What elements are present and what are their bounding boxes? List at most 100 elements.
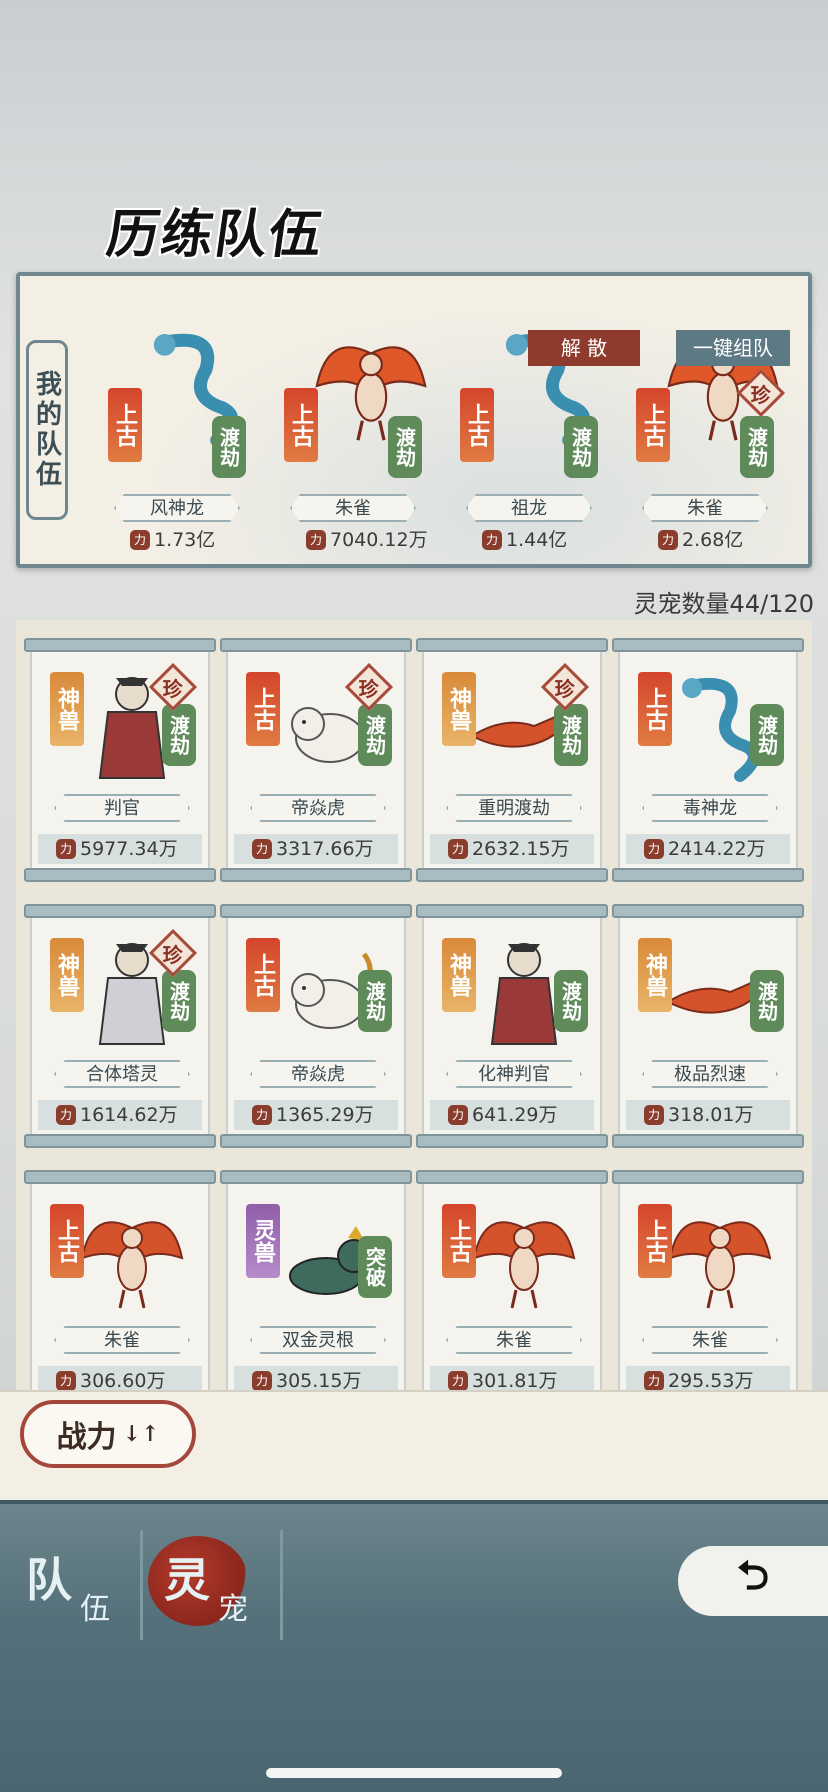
pet-name-plate: 双金灵根	[250, 1326, 386, 1354]
rank-tag: 神兽	[638, 938, 672, 1012]
tab-team-small: 伍	[80, 1592, 110, 1627]
pet-power: 力 1.44亿	[482, 526, 567, 554]
pet-power: 力 5977.34万	[56, 835, 178, 863]
power-icon: 力	[482, 530, 502, 550]
pet-power-value: 295.53万	[668, 1370, 754, 1390]
stage-tag: 渡劫	[554, 704, 588, 766]
pet-power: 力 2414.22万	[644, 835, 766, 863]
stage-tag: 突破	[358, 1236, 392, 1298]
pet-art	[660, 1198, 780, 1318]
pet-power-value: 5977.34万	[80, 838, 178, 860]
pet-name-plate: 毒神龙	[642, 794, 778, 822]
rank-tag: 上古	[638, 1204, 672, 1278]
pet-power-value: 2.68亿	[682, 529, 744, 551]
pet-card[interactable]: 神兽 渡劫极品烈速力 318.01万	[612, 904, 804, 1148]
pet-power: 力 301.81万	[448, 1367, 557, 1390]
pet-name-plate: 帝焱虎	[250, 794, 386, 822]
team-slot[interactable]: 上古 渡劫 祖龙力 1.44亿	[452, 276, 622, 566]
back-button[interactable]: ⮌	[678, 1546, 828, 1616]
pet-power: 力 1614.62万	[56, 1101, 178, 1129]
rare-badge-label: 珍	[359, 676, 379, 701]
pet-power-value: 301.81万	[472, 1370, 558, 1390]
team-slot[interactable]: 上古 渡劫 珍朱雀力 2.68亿	[628, 276, 798, 566]
pet-card[interactable]: 神兽 渡劫 珍合体塔灵力 1614.62万	[24, 904, 216, 1148]
pet-name-plate: 风神龙	[114, 494, 240, 522]
pet-name-plate: 合体塔灵	[54, 1060, 190, 1088]
pet-power-value: 318.01万	[668, 1104, 754, 1126]
nav-divider	[280, 1530, 283, 1640]
rank-tag: 上古	[442, 1204, 476, 1278]
pet-card[interactable]: 神兽 渡劫 珍判官力 5977.34万	[24, 638, 216, 882]
pet-card[interactable]: 上古朱雀力 295.53万	[612, 1170, 804, 1390]
nav-divider	[140, 1530, 143, 1640]
pet-power-value: 2632.15万	[472, 838, 570, 860]
pet-power: 力 2632.15万	[448, 835, 570, 863]
power-icon: 力	[448, 1105, 468, 1125]
rare-badge-label: 珍	[555, 676, 575, 701]
rare-badge-label: 珍	[163, 676, 183, 701]
rare-badge-label: 珍	[163, 942, 183, 967]
pet-power-value: 306.60万	[80, 1370, 166, 1390]
pet-power-value: 641.29万	[472, 1104, 558, 1126]
rank-tag: 上古	[108, 388, 142, 462]
tab-pets-big: 灵	[164, 1553, 210, 1607]
pet-card[interactable]: 神兽 渡劫 珍重明渡劫力 2632.15万	[416, 638, 608, 882]
rank-tag: 神兽	[442, 672, 476, 746]
pet-name-plate: 朱雀	[290, 494, 416, 522]
pet-card[interactable]: 神兽 渡劫 化神判官力 641.29万	[416, 904, 608, 1148]
pet-power: 力 295.53万	[644, 1367, 753, 1390]
rank-tag: 上古	[50, 1204, 84, 1278]
stage-tag: 渡劫	[358, 704, 392, 766]
stage-tag: 渡劫	[358, 970, 392, 1032]
pet-card[interactable]: 上古 渡劫 珍帝焱虎力 3317.66万	[220, 638, 412, 882]
pet-name-plate: 帝焱虎	[250, 1060, 386, 1088]
pet-card[interactable]: 上古 渡劫帝焱虎力 1365.29万	[220, 904, 412, 1148]
pet-power: 力 306.60万	[56, 1367, 165, 1390]
sort-by-power-button[interactable]: 战力 ↓↑	[20, 1400, 196, 1468]
disband-button[interactable]: 解 散	[528, 330, 640, 366]
pet-card[interactable]: 上古 朱雀力 306.60万	[24, 1170, 216, 1390]
tab-team[interactable]: 队 伍	[26, 1530, 156, 1640]
rank-tag: 上古	[284, 388, 318, 462]
rank-tag: 上古	[246, 672, 280, 746]
pet-name-plate: 极品烈速	[642, 1060, 778, 1088]
back-arrow-icon: ⮌	[736, 1553, 770, 1599]
power-icon: 力	[644, 1105, 664, 1125]
my-team-label: 我的队伍	[26, 340, 68, 520]
pet-name-plate: 朱雀	[446, 1326, 582, 1354]
pet-power: 力 1365.29万	[252, 1101, 374, 1129]
team-slot[interactable]: 上古 渡劫 风神龙力 1.73亿	[100, 276, 270, 566]
pet-power-value: 1365.29万	[276, 1104, 374, 1126]
pet-power-value: 1614.62万	[80, 1104, 178, 1126]
rank-tag: 上古	[638, 672, 672, 746]
one-click-team-button[interactable]: 一键组队	[676, 330, 790, 366]
rank-tag: 上古	[246, 938, 280, 1012]
pet-power: 力 3317.66万	[252, 835, 374, 863]
pet-name-plate: 朱雀	[642, 1326, 778, 1354]
rank-tag: 神兽	[50, 938, 84, 1012]
pet-card[interactable]: 上古朱雀力 301.81万	[416, 1170, 608, 1390]
home-indicator	[266, 1768, 562, 1778]
pet-name-plate: 重明渡劫	[446, 794, 582, 822]
rank-tag: 上古	[636, 388, 670, 462]
power-icon: 力	[252, 1371, 272, 1390]
tab-pets[interactable]: 灵 宠	[148, 1530, 284, 1640]
stage-tag: 渡劫	[750, 970, 784, 1032]
power-icon: 力	[56, 1105, 76, 1125]
pet-name-plate: 祖龙	[466, 494, 592, 522]
page-title: 历练队伍	[103, 204, 328, 265]
pet-art	[72, 1198, 192, 1318]
pet-power: 力 318.01万	[644, 1101, 753, 1129]
pet-card[interactable]: 上古 渡劫 毒神龙力 2414.22万	[612, 638, 804, 882]
pet-card[interactable]: 灵兽 突破 双金灵根力 305.15万	[220, 1170, 412, 1390]
sort-label: 战力	[56, 1420, 117, 1455]
stage-tag: 渡劫	[554, 970, 588, 1032]
rank-tag: 神兽	[442, 938, 476, 1012]
power-icon: 力	[252, 1105, 272, 1125]
power-icon: 力	[448, 1371, 468, 1390]
pet-power-value: 305.15万	[276, 1370, 362, 1390]
team-slot[interactable]: 上古 渡劫 朱雀力 7040.12万	[276, 276, 446, 566]
rare-badge-label: 珍	[751, 382, 771, 407]
rank-tag: 神兽	[50, 672, 84, 746]
pet-power-value: 1.73亿	[154, 529, 216, 551]
